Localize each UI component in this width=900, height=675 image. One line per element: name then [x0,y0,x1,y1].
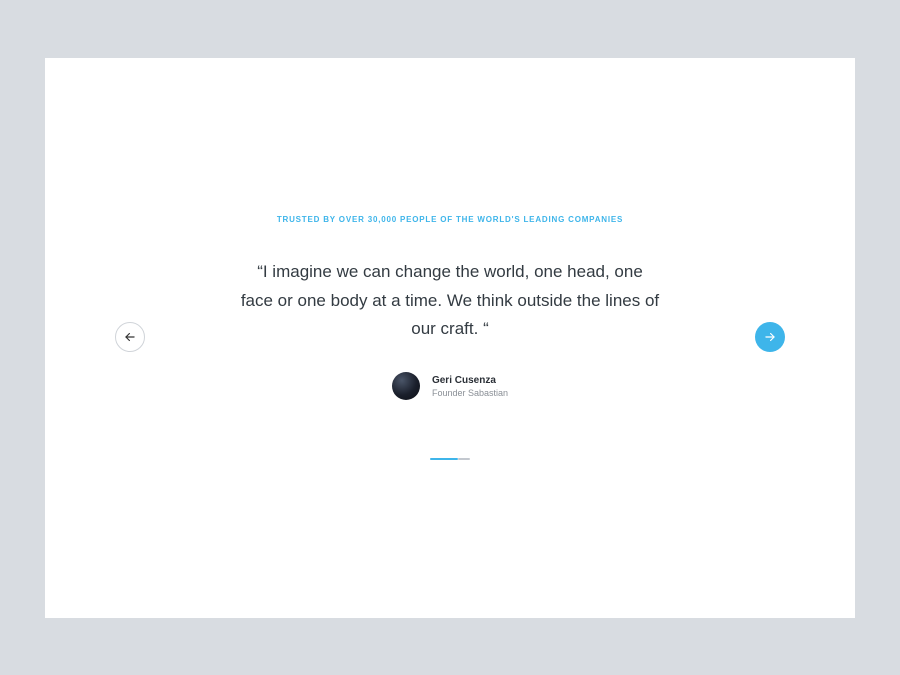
eyebrow-text: TRUSTED BY OVER 30,000 PEOPLE OF THE WOR… [277,215,623,224]
quote-text: “I imagine we can change the world, one … [240,258,660,345]
indicator-inactive[interactable] [458,458,470,460]
next-button[interactable] [755,322,785,352]
testimonial-body: TRUSTED BY OVER 30,000 PEOPLE OF THE WOR… [145,215,755,461]
author-row: Geri Cusenza Founder Sabastian [392,372,508,400]
testimonial-content-row: TRUSTED BY OVER 30,000 PEOPLE OF THE WOR… [45,215,855,461]
avatar [392,372,420,400]
author-role: Founder Sabastian [432,388,508,398]
author-name: Geri Cusenza [432,375,496,386]
carousel-indicators [430,458,470,460]
arrow-left-icon [123,330,137,344]
arrow-right-icon [763,330,777,344]
author-text: Geri Cusenza Founder Sabastian [432,375,508,398]
testimonial-card: TRUSTED BY OVER 30,000 PEOPLE OF THE WOR… [45,58,855,618]
prev-button[interactable] [115,322,145,352]
indicator-active[interactable] [430,458,458,460]
